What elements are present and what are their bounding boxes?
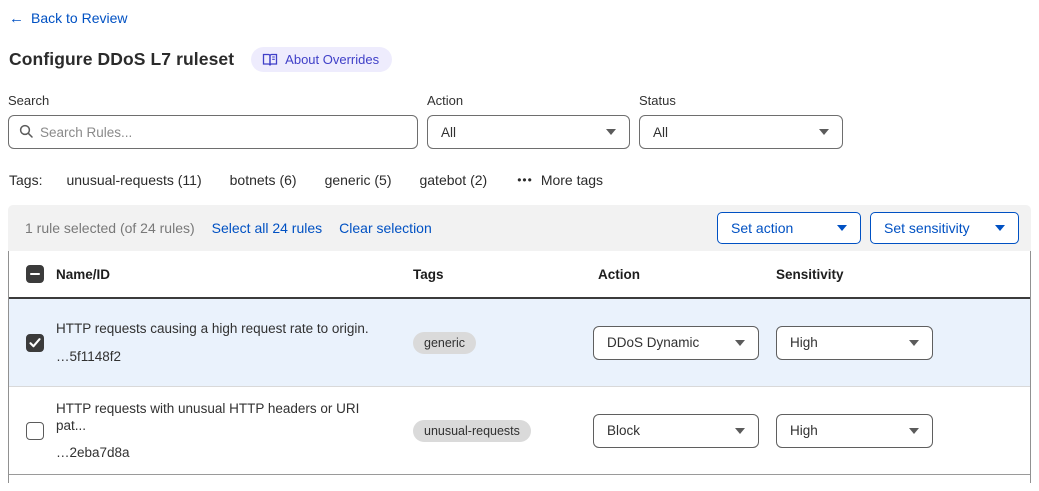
bulk-actions: Set action Set sensitivity <box>717 212 1019 244</box>
search-box <box>8 115 418 149</box>
column-header-sensitivity: Sensitivity <box>776 267 1030 282</box>
tags-bar: Tags: unusual-requests (11) botnets (6) ge… <box>9 172 1031 188</box>
search-label: Search <box>8 93 418 108</box>
rule-id: …2eba7d8a <box>56 445 384 460</box>
tag-filter-link[interactable]: unusual-requests (11) <box>66 172 201 188</box>
book-icon <box>262 53 278 67</box>
rule-tags-cell: generic <box>404 332 589 354</box>
chevron-down-icon <box>909 428 919 434</box>
filters-row: Search Action All Status All <box>8 93 1031 149</box>
column-header-name-id: Name/ID <box>56 267 404 282</box>
table-row[interactable]: HTTP requests with unusual HTTP headers … <box>9 387 1030 475</box>
sensitivity-select[interactable]: High <box>776 414 933 448</box>
tag-filter-list: unusual-requests (11) botnets (6) generic … <box>66 172 515 188</box>
next-row-partial <box>9 475 1030 483</box>
about-badge-label: About Overrides <box>285 52 379 67</box>
configure-ddos-page: ← Back to Review Configure DDoS L7 rules… <box>0 0 1039 491</box>
rule-sensitivity-cell: High <box>776 414 1030 448</box>
chevron-down-icon <box>837 225 847 231</box>
row-checkbox-cell <box>9 422 56 440</box>
chevron-down-icon <box>909 340 919 346</box>
action-filter-group: Action All <box>427 93 630 149</box>
set-sensitivity-dropdown[interactable]: Set sensitivity <box>870 212 1019 244</box>
sensitivity-select-value: High <box>790 423 818 438</box>
check-icon <box>29 338 41 348</box>
chevron-down-icon <box>735 428 745 434</box>
table-row[interactable]: HTTP requests causing a high request rat… <box>9 299 1030 387</box>
more-tags-button[interactable]: ••• More tags <box>517 172 603 188</box>
sensitivity-select[interactable]: High <box>776 326 933 360</box>
table-header-row: Name/ID Tags Action Sensitivity <box>9 251 1030 299</box>
set-action-dropdown[interactable]: Set action <box>717 212 861 244</box>
action-select-value: DDoS Dynamic <box>607 335 699 350</box>
rule-name: HTTP requests causing a high request rat… <box>56 321 384 338</box>
selection-summary: 1 rule selected (of 24 rules) <box>25 220 195 236</box>
action-filter-select[interactable]: All <box>427 115 630 149</box>
back-arrow-icon: ← <box>9 11 24 26</box>
about-overrides-badge[interactable]: About Overrides <box>251 47 392 72</box>
row-checkbox-cell <box>9 334 56 352</box>
chevron-down-icon <box>606 129 616 135</box>
tag-filter-link[interactable]: generic (5) <box>325 172 392 188</box>
selection-bar: 1 rule selected (of 24 rules) Select all… <box>8 205 1031 251</box>
clear-selection-link[interactable]: Clear selection <box>339 220 432 236</box>
action-filter-label: Action <box>427 93 630 108</box>
status-filter-select[interactable]: All <box>639 115 843 149</box>
tag-filter-link[interactable]: botnets (6) <box>230 172 297 188</box>
rule-tag: unusual-requests <box>413 420 531 442</box>
more-tags-label: More tags <box>541 172 603 188</box>
back-to-review-link[interactable]: ← Back to Review <box>9 10 127 26</box>
status-filter-value: All <box>653 125 668 140</box>
title-row: Configure DDoS L7 ruleset About Override… <box>9 47 1031 72</box>
header-checkbox-cell <box>9 265 56 283</box>
rules-table: Name/ID Tags Action Sensitivity HTTP req… <box>8 251 1031 483</box>
chevron-down-icon <box>735 340 745 346</box>
tags-label: Tags: <box>9 172 42 188</box>
search-input[interactable] <box>40 125 407 140</box>
column-header-action: Action <box>589 267 776 282</box>
action-select[interactable]: Block <box>593 414 759 448</box>
status-filter-label: Status <box>639 93 843 108</box>
table-body: HTTP requests causing a high request rat… <box>9 299 1030 475</box>
row-checkbox[interactable] <box>26 422 44 440</box>
rule-name: HTTP requests with unusual HTTP headers … <box>56 401 384 435</box>
ellipsis-icon: ••• <box>517 173 533 187</box>
select-all-link[interactable]: Select all 24 rules <box>212 220 323 236</box>
action-filter-value: All <box>441 125 456 140</box>
chevron-down-icon <box>819 129 829 135</box>
chevron-down-icon <box>995 225 1005 231</box>
select-all-checkbox[interactable] <box>26 265 44 283</box>
status-filter-group: Status All <box>639 93 843 149</box>
rule-action-cell: DDoS Dynamic <box>589 326 776 360</box>
sensitivity-select-value: High <box>790 335 818 350</box>
column-header-tags: Tags <box>404 267 589 282</box>
page-title: Configure DDoS L7 ruleset <box>9 49 234 70</box>
search-filter-group: Search <box>8 93 418 149</box>
set-action-label: Set action <box>731 220 793 236</box>
rule-id: …5f1148f2 <box>56 349 384 364</box>
action-select-value: Block <box>607 423 640 438</box>
action-select[interactable]: DDoS Dynamic <box>593 326 759 360</box>
row-checkbox[interactable] <box>26 334 44 352</box>
rule-name-cell: HTTP requests with unusual HTTP headers … <box>56 401 404 461</box>
rule-tags-cell: unusual-requests <box>404 420 589 442</box>
selection-info: 1 rule selected (of 24 rules) Select all… <box>25 220 432 236</box>
search-icon <box>19 124 33 141</box>
back-link-label: Back to Review <box>31 10 127 26</box>
rule-sensitivity-cell: High <box>776 326 1030 360</box>
rule-name-cell: HTTP requests causing a high request rat… <box>56 321 404 364</box>
back-row: ← Back to Review <box>9 10 1031 26</box>
rule-tag: generic <box>413 332 476 354</box>
tag-filter-link[interactable]: gatebot (2) <box>419 172 487 188</box>
rule-action-cell: Block <box>589 414 776 448</box>
set-sensitivity-label: Set sensitivity <box>884 220 970 236</box>
